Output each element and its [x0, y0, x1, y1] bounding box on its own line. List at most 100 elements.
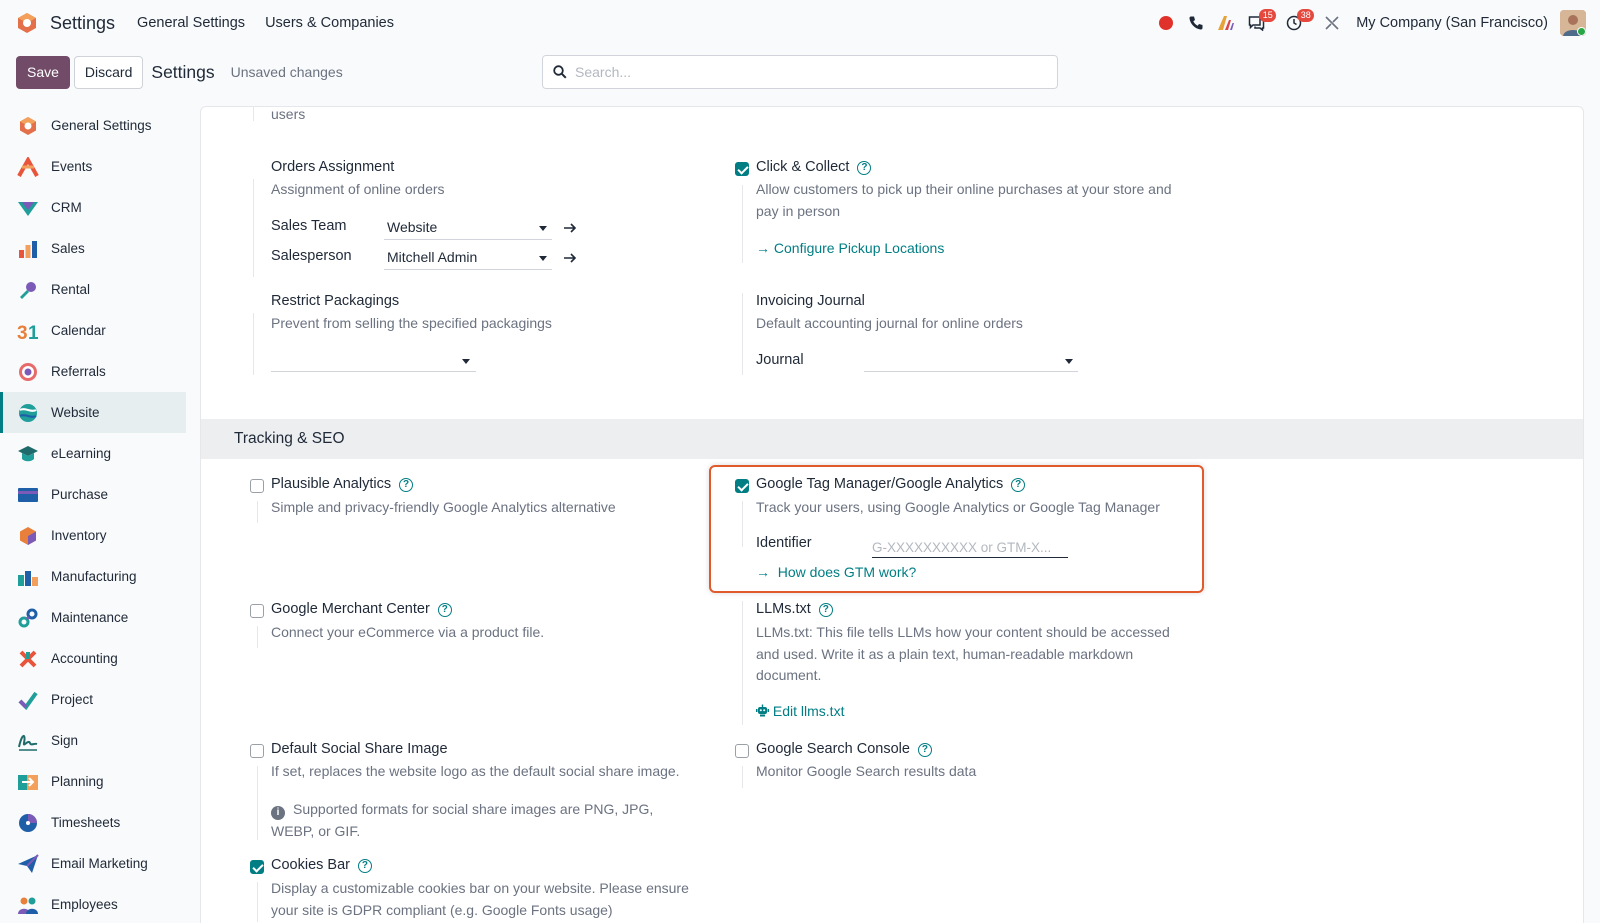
control-panel: Save Discard Settings Unsaved changes [0, 46, 1600, 98]
how-does-gtm-work-link[interactable]: → How does GTM work? [756, 564, 916, 580]
sidebar-item-label: Planning [51, 774, 104, 789]
inventory-icon [17, 525, 39, 547]
sidebar-item-referrals[interactable]: Referrals [0, 351, 186, 392]
sidebar-item-label: Project [51, 692, 94, 707]
sidebar-item-general-settings[interactable]: General Settings [0, 105, 186, 146]
sidebar-item-crm[interactable]: CRM [0, 187, 186, 228]
cookies-bar-help-icon[interactable]: ? [357, 858, 372, 873]
sidebar-item-label: Maintenance [51, 610, 129, 625]
sidebar-item-email-marketing[interactable]: Email Marketing [0, 843, 186, 884]
sales-icon [17, 238, 39, 260]
messages-badge: 15 [1259, 9, 1277, 22]
nav-general-settings[interactable]: General Settings [137, 15, 245, 31]
gtm-help-icon[interactable]: ? [1011, 477, 1026, 492]
discard-button[interactable]: Discard [73, 55, 144, 89]
sidebar-item-label: Purchase [51, 487, 109, 502]
click-collect-checkbox[interactable] [735, 162, 749, 176]
svg-text:3: 3 [17, 323, 28, 341]
restrict-packagings-chevron-down-icon[interactable] [462, 359, 470, 364]
social-share-checkbox[interactable] [250, 744, 264, 758]
tracking-seo-section-header: Tracking & SEO [201, 419, 1583, 459]
sidebar-item-planning[interactable]: Planning [0, 761, 186, 802]
sidebar-item-sign[interactable]: Sign [0, 720, 186, 761]
settings-search-box[interactable] [542, 55, 1058, 89]
sidebar-item-website[interactable]: Website [0, 392, 186, 433]
sidebar-item-elearning[interactable]: eLearning [0, 433, 186, 474]
plausible-analytics-title: Plausible Analytics? [271, 476, 414, 492]
sales-team-label: Sales Team [271, 218, 347, 234]
referrals-icon [17, 361, 39, 383]
salesperson-chevron-down-icon[interactable] [539, 256, 547, 261]
sidebar-item-rental[interactable]: Rental [0, 269, 186, 310]
sidebar-item-label: General Settings [51, 118, 152, 133]
company-switcher[interactable]: My Company (San Francisco) [1356, 15, 1548, 31]
rental-icon [17, 279, 39, 301]
sidebar-item-maintenance[interactable]: Maintenance [0, 597, 186, 638]
restrict-packagings-select[interactable] [271, 371, 476, 372]
edit-llms-link[interactable]: Edit llms.txt [756, 703, 844, 719]
sidebar-item-label: Website [51, 405, 100, 420]
gtm-identifier-input[interactable] [872, 538, 1068, 558]
ai-icon[interactable] [1212, 9, 1240, 37]
salesperson-open-arrow-icon[interactable] [563, 252, 577, 264]
llms-title: LLMs.txt? [756, 601, 833, 617]
sidebar-item-employees[interactable]: Employees [0, 884, 186, 923]
sidebar-item-project[interactable]: Project [0, 679, 186, 720]
nav-users-companies[interactable]: Users & Companies [265, 15, 394, 31]
sidebar-item-events[interactable]: Events [0, 146, 186, 187]
settings-form: users Orders Assignment Assignment of on… [200, 106, 1584, 923]
configure-pickup-locations-link[interactable]: → Configure Pickup Locations [756, 240, 944, 256]
plausible-analytics-checkbox[interactable] [250, 479, 264, 493]
social-share-title: Default Social Share Image [271, 741, 448, 757]
purchase-icon [17, 484, 39, 506]
salesperson-label: Salesperson [271, 248, 352, 264]
plausible-help-icon[interactable]: ? [399, 477, 414, 492]
search-console-checkbox[interactable] [735, 744, 749, 758]
click-collect-help-icon[interactable]: ? [857, 160, 872, 175]
merchant-center-title: Google Merchant Center? [271, 601, 452, 617]
app-title[interactable]: Settings [50, 13, 115, 34]
settings-app-logo-icon[interactable] [16, 12, 38, 34]
breadcrumb-title: Settings [151, 61, 215, 82]
sidebar-item-label: Email Marketing [51, 856, 148, 871]
merchant-help-icon[interactable]: ? [437, 602, 452, 617]
sales-team-open-arrow-icon[interactable] [563, 222, 577, 234]
activity-clock-icon[interactable]: 38 [1280, 9, 1315, 37]
user-avatar[interactable] [1560, 10, 1586, 36]
salesperson-select[interactable]: Mitchell Admin [387, 249, 477, 265]
restrict-packagings-desc: Prevent from selling the specified packa… [271, 315, 552, 331]
cookies-bar-title: Cookies Bar? [271, 857, 372, 873]
sales-team-select[interactable]: Website [387, 219, 437, 235]
sidebar-item-calendar[interactable]: 3 1 Calendar [0, 310, 186, 351]
search-console-help-icon[interactable]: ? [917, 742, 932, 757]
sales-team-chevron-down-icon[interactable] [539, 226, 547, 231]
systray: 15 38 My Company (San Francisco) [1150, 0, 1586, 46]
merchant-center-desc: Connect your eCommerce via a product fil… [271, 624, 545, 640]
journal-chevron-down-icon[interactable] [1065, 359, 1073, 364]
cookies-bar-checkbox[interactable] [250, 860, 264, 874]
messages-icon[interactable]: 15 [1242, 9, 1277, 37]
gtm-desc: Track your users, using Google Analytics… [756, 499, 1160, 515]
previous-setting-fragment: users [271, 106, 306, 122]
save-button[interactable]: Save [16, 55, 70, 89]
gtm-title: Google Tag Manager/Google Analytics? [756, 476, 1026, 492]
sidebar-item-purchase[interactable]: Purchase [0, 474, 186, 515]
phone-icon[interactable] [1182, 9, 1210, 37]
journal-select[interactable] [864, 371, 1078, 372]
gtm-checkbox[interactable] [735, 479, 749, 493]
sidebar-item-sales[interactable]: Sales [0, 228, 186, 269]
record-icon[interactable] [1152, 9, 1180, 37]
project-icon [17, 689, 39, 711]
sidebar-item-manufacturing[interactable]: Manufacturing [0, 556, 186, 597]
merchant-center-checkbox[interactable] [250, 604, 264, 618]
llms-help-icon[interactable]: ? [818, 602, 833, 617]
sidebar-item-accounting[interactable]: Accounting [0, 638, 186, 679]
crm-icon [17, 197, 39, 219]
sidebar-item-timesheets[interactable]: Timesheets [0, 802, 186, 843]
search-input[interactable] [575, 64, 1015, 80]
info-icon: i [271, 805, 285, 820]
tools-icon[interactable] [1318, 9, 1346, 37]
click-collect-desc: Allow customers to pick up their online … [756, 181, 1172, 219]
general-settings-icon [17, 115, 39, 137]
sidebar-item-inventory[interactable]: Inventory [0, 515, 186, 556]
